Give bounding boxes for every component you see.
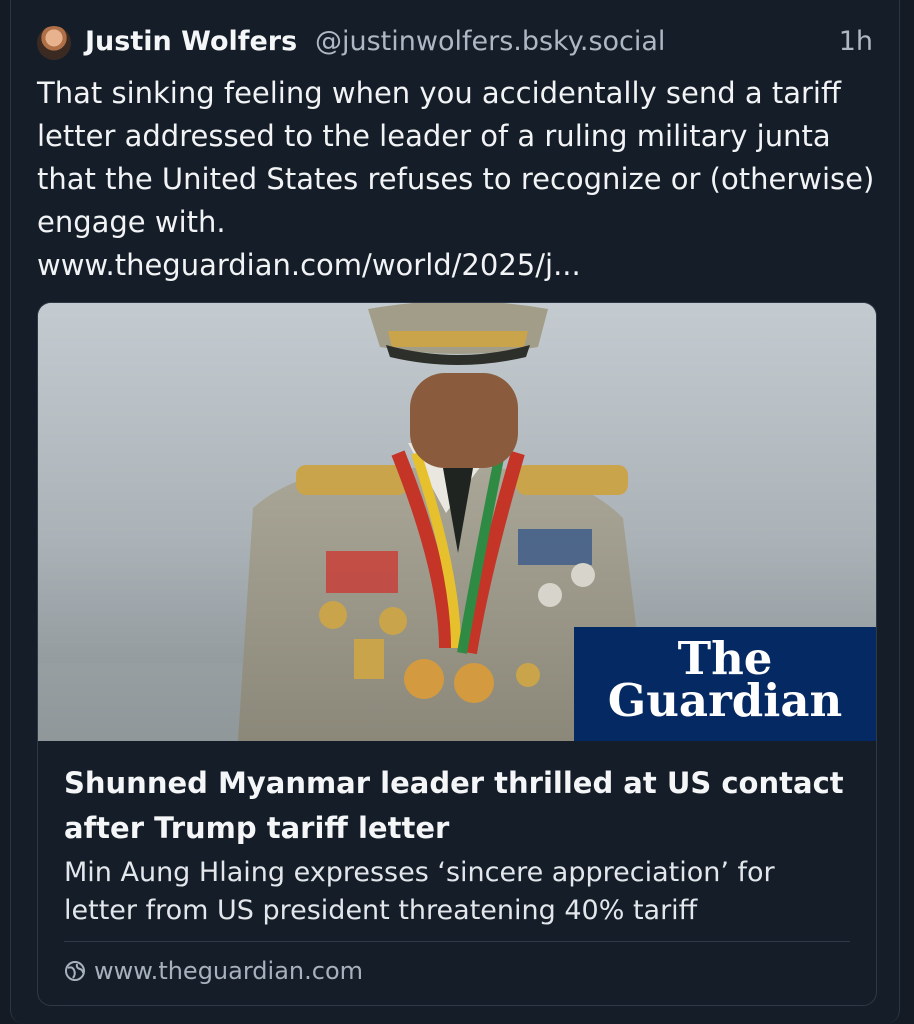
post-link[interactable]: www.theguardian.com/world/2025/j... xyxy=(37,244,877,287)
post-header: Justin Wolfers @justinwolfers.bsky.socia… xyxy=(85,24,873,64)
author-name[interactable]: Justin Wolfers xyxy=(85,26,297,57)
article-image[interactable]: The Guardian xyxy=(38,303,876,741)
post-timestamp[interactable]: 1h xyxy=(839,26,873,57)
article-description: Min Aung Hlaing expresses ‘sincere appre… xyxy=(64,857,775,926)
article-domain-text: www.theguardian.com xyxy=(94,957,364,985)
article-title[interactable]: Shunned Myanmar leader thrilled at US co… xyxy=(64,761,844,851)
guardian-logo: The Guardian xyxy=(574,627,876,741)
article-domain[interactable]: www.theguardian.com xyxy=(64,957,363,988)
card-divider xyxy=(64,941,850,942)
post-card[interactable]: Justin Wolfers @justinwolfers.bsky.socia… xyxy=(10,0,900,1024)
author-handle[interactable]: @justinwolfers.bsky.social xyxy=(315,26,665,57)
author-avatar[interactable] xyxy=(37,26,71,60)
post-text: That sinking feeling when you accidental… xyxy=(37,76,875,239)
post-text-block: That sinking feeling when you accidental… xyxy=(37,72,877,287)
globe-icon xyxy=(64,960,86,988)
guardian-logo-line2: Guardian xyxy=(607,674,843,727)
link-preview-card[interactable]: The Guardian Shunned Myanmar leader thri… xyxy=(37,302,877,1006)
